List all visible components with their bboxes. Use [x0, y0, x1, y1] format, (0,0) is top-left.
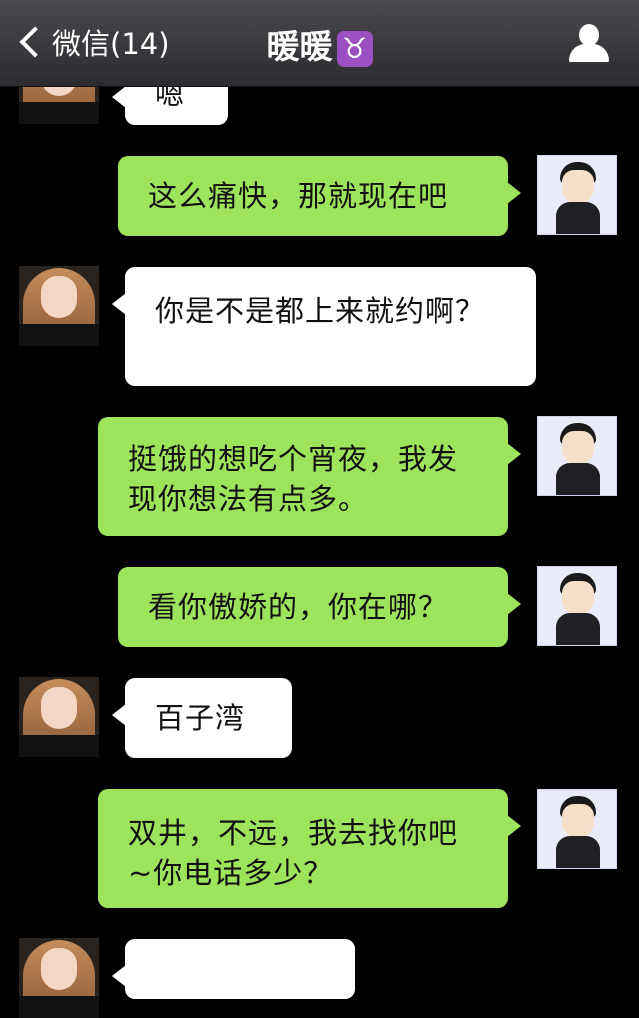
contact-name: 暖暖 — [266, 27, 333, 66]
outgoing-message-bubble[interactable]: 双井，不远，我去找你吧 ~你电话多少？ — [98, 789, 521, 908]
message-text: 这么痛快，那就现在吧 — [148, 179, 449, 213]
my-avatar[interactable] — [537, 416, 617, 496]
chat-title: 暖暖 ♉ — [0, 20, 639, 68]
profile-button[interactable] — [569, 24, 609, 62]
outgoing-message-bubble[interactable]: 这么痛快，那就现在吧 — [118, 156, 521, 236]
incoming-message-bubble[interactable]: 百子湾 — [112, 678, 292, 758]
outgoing-message-bubble[interactable]: 挺饿的想吃个宵夜，我发 现你想法有点多。 — [98, 417, 521, 536]
message-text: 你是不是都上来就约啊？ — [155, 294, 486, 328]
message-text: 百子湾 — [155, 701, 246, 735]
incoming-message-bubble[interactable] — [112, 939, 355, 999]
my-avatar[interactable] — [537, 566, 617, 646]
outgoing-message-bubble[interactable]: 看你傲娇的，你在哪？ — [118, 567, 521, 647]
message-text-line: 挺饿的想吃个宵夜，我发 — [128, 442, 459, 476]
taurus-icon: ♉ — [336, 30, 373, 67]
navigation-bar: 微信(14) 暖暖 ♉ — [0, 0, 639, 87]
message-text-line: 双井，不远，我去找你吧 — [128, 816, 459, 850]
incoming-message-bubble[interactable]: 你是不是都上来就约啊？ — [112, 267, 536, 386]
message-text: 看你傲娇的，你在哪？ — [148, 590, 449, 624]
contact-avatar[interactable] — [19, 938, 99, 1018]
message-text-line: 现你想法有点多。 — [128, 482, 369, 516]
my-avatar[interactable] — [537, 789, 617, 869]
my-avatar[interactable] — [537, 155, 617, 235]
contact-avatar[interactable] — [19, 677, 99, 757]
contact-avatar[interactable] — [19, 266, 99, 346]
message-text-line: ~你电话多少？ — [128, 856, 334, 890]
